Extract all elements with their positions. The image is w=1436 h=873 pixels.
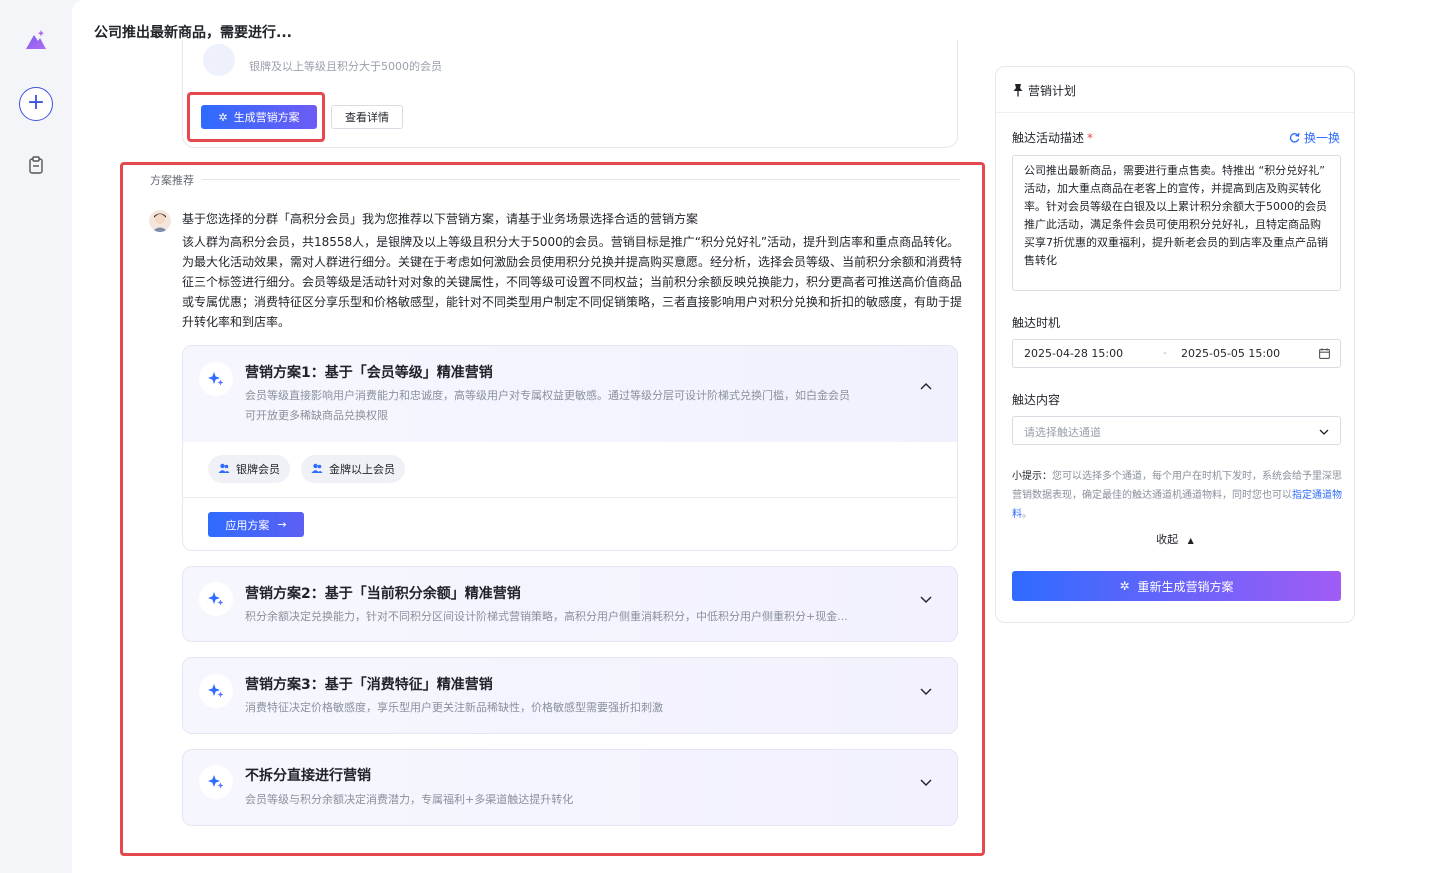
chevron-down-icon[interactable] <box>919 684 933 698</box>
apply-plan-label: 应用方案 <box>225 518 270 532</box>
desc-label: 触达活动描述 * <box>1012 131 1094 145</box>
regenerate-plan-button[interactable]: ✲ 重新生成营销方案 <box>1012 571 1341 601</box>
sparkle-icon: ✲ <box>1119 579 1130 593</box>
sparkle-icon <box>199 765 233 799</box>
panel-title: 营销计划 <box>1028 84 1077 98</box>
date-separator: - <box>1163 346 1167 359</box>
recommend-intro: 基于您选择的分群「高积分会员」我为您推荐以下营销方案，请基于业务场景选择合适的营… <box>182 212 699 226</box>
plan-desc: 会员等级与积分余额决定消费潜力，专属福利+多渠道触达提升转化 <box>245 793 574 806</box>
collapse-label: 收起 <box>1156 533 1179 546</box>
page-title: 公司推出最新商品，需要进行... <box>94 25 292 41</box>
left-rail: + <box>0 0 72 873</box>
panel-header: 营销计划 <box>996 67 1354 113</box>
plan-card-4[interactable]: 不拆分直接进行营销 会员等级与积分余额决定消费潜力，专属福利+多渠道触达提升转化 <box>182 749 958 826</box>
chevron-up-icon[interactable] <box>919 380 933 394</box>
regenerate-label: 重新生成营销方案 <box>1137 579 1234 594</box>
generate-plan-button[interactable]: ✲ 生成营销方案 <box>201 105 317 129</box>
mountain-sparkle-icon[interactable] <box>24 28 48 52</box>
tag-silver-member: 银牌会员 <box>208 455 290 483</box>
clipboard-icon[interactable] <box>28 156 44 174</box>
plan-card-2[interactable]: 营销方案2：基于「当前积分余额」精准营销 积分余额决定兑换能力，针对不同积分区间… <box>182 566 958 642</box>
caret-up-icon: ▲ <box>1187 536 1194 545</box>
plan-title: 营销方案3：基于「消费特征」精准营销 <box>245 677 493 693</box>
channel-select[interactable]: 请选择触达通道 <box>1012 416 1341 445</box>
calendar-icon <box>1319 348 1330 359</box>
chevron-down-icon <box>1319 429 1329 435</box>
segment-icon <box>203 44 235 76</box>
section-label: 方案推荐 <box>150 174 194 187</box>
tip-text: 小提示：您可以选择多个通道，每个用户在时机下发时，系统会给予里深思营销数据表现，… <box>1012 471 1342 520</box>
view-detail-button[interactable]: 查看详情 <box>331 105 403 129</box>
avatar <box>149 210 171 232</box>
chevron-down-icon[interactable] <box>919 775 933 789</box>
activity-desc-textarea[interactable]: 公司推出最新商品，需要进行重点售卖。特推出 “积分兑好礼” 活动，加大重点商品在… <box>1012 155 1341 291</box>
sparkle-icon <box>199 674 233 708</box>
tag-gold-member: 金牌以上会员 <box>301 455 405 483</box>
swap-label: 换一换 <box>1303 131 1340 145</box>
users-icon <box>311 462 323 477</box>
recommend-paragraph: 该人群为高积分会员，共18558人，是银牌及以上等级且积分大于5000的会员。营… <box>182 235 963 329</box>
swap-button[interactable]: 换一换 <box>1289 129 1340 146</box>
new-chat-button[interactable]: + <box>19 87 53 121</box>
apply-plan-button[interactable]: 应用方案 → <box>208 512 304 537</box>
content-label: 触达内容 <box>1012 393 1061 407</box>
end-date[interactable]: 2025-05-05 15:00 <box>1181 347 1280 360</box>
segment-desc: 银牌及以上等级且积分大于5000的会员 <box>249 60 442 73</box>
plan-desc: 消费特征决定价格敏感度，享乐型用户更关注新品稀缺性，价格敏感型需要强折扣刺激 <box>245 701 663 714</box>
sparkle-icon: ✲ <box>218 110 228 124</box>
plan-title: 营销方案1：基于「会员等级」精准营销 <box>245 365 493 381</box>
main-panel: 公司推出最新商品，需要进行... 银牌及以上等级且积分大于5000的会员 ✲ 生… <box>72 0 1436 873</box>
channel-placeholder: 请选择触达通道 <box>1024 426 1101 439</box>
plan-desc-line2: 可开放更多稀缺商品兑换权限 <box>245 409 388 422</box>
sparkle-icon <box>199 362 233 396</box>
time-label: 触达时机 <box>1012 316 1061 330</box>
refresh-icon <box>1289 133 1300 143</box>
users-icon <box>218 462 230 477</box>
tag-label: 银牌会员 <box>236 463 280 476</box>
pin-icon <box>1013 84 1023 97</box>
generate-plan-label: 生成营销方案 <box>233 111 300 124</box>
plan-title: 不拆分直接进行营销 <box>245 768 371 784</box>
chevron-down-icon[interactable] <box>919 592 933 606</box>
sparkle-icon <box>199 582 233 616</box>
collapse-toggle[interactable]: 收起 ▲ <box>996 531 1354 547</box>
arrow-right-icon: → <box>277 518 287 531</box>
plan-card-3[interactable]: 营销方案3：基于「消费特征」精准营销 消费特征决定价格敏感度，享乐型用户更关注新… <box>182 657 958 734</box>
plan-title: 营销方案2：基于「当前积分余额」精准营销 <box>245 586 521 602</box>
date-range-picker[interactable]: 2025-04-28 15:00 - 2025-05-05 15:00 <box>1012 339 1341 368</box>
start-date[interactable]: 2025-04-28 15:00 <box>1024 347 1123 360</box>
marketing-plan-panel: 营销计划 触达活动描述 * 换一换 公司推出最新商品，需要进行重点售卖。特推出 “… <box>995 66 1355 623</box>
plan-desc-line1: 会员等级直接影响用户消费能力和忠诚度，高等级用户对专属权益更敏感。通过等级分层可… <box>245 389 850 402</box>
plan-divider <box>183 497 958 498</box>
section-divider <box>202 179 960 180</box>
tag-label: 金牌以上会员 <box>329 463 395 476</box>
plan-desc: 积分余额决定兑换能力，针对不同积分区间设计阶梯式营销策略，高积分用户侧重消耗积分… <box>245 610 848 623</box>
